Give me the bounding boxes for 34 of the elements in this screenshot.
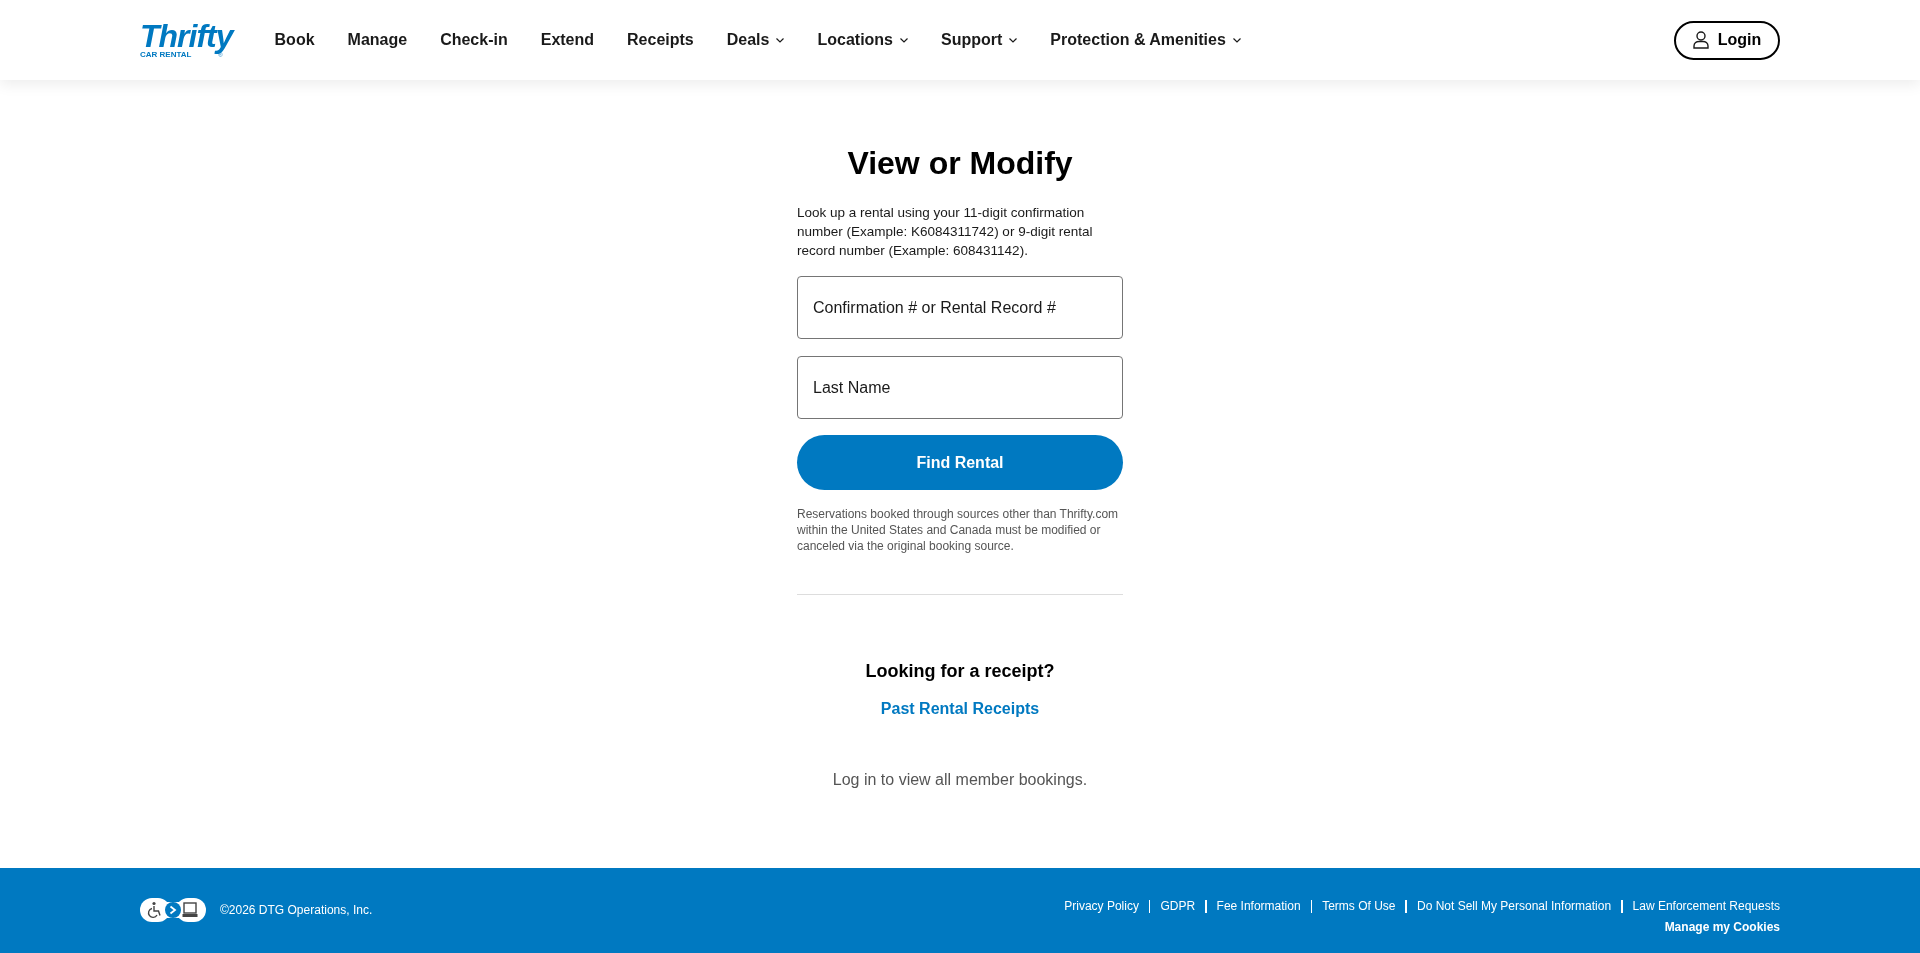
description-text: Look up a rental using your 11-digit confirmation number (Example: K6084311742) or 9-digit rental record number (Example: 608431142). — [797, 204, 1094, 260]
nav-link[interactable]: Manage — [347, 28, 408, 52]
receipts-link[interactable]: Past Rental Receipts — [880, 697, 1040, 721]
caret-icon — [776, 37, 785, 43]
member-note: Log in to view all member bookings. — [831, 770, 1089, 790]
disclaimer-text: Reservations booked through sources other than Thrifty.com within the United States and Canada must be modified or canceled via the original booking source. — [797, 506, 1120, 554]
submit-button[interactable]: Find Rental — [797, 435, 1123, 490]
footer-link[interactable]: Terms Of Use — [1322, 898, 1396, 914]
caret-icon — [900, 37, 908, 43]
input-field[interactable]: Last Name — [797, 356, 1123, 419]
logo-tagline: CAR RENTAL — [140, 49, 192, 59]
nav-dropdown[interactable]: Deals — [726, 28, 785, 52]
footer-link[interactable]: Privacy Policy — [1064, 898, 1139, 914]
page-title: View or Modify — [846, 144, 1074, 183]
caret-icon — [1232, 37, 1241, 43]
nav-link[interactable]: Receipts — [627, 28, 694, 52]
user-icon — [1692, 31, 1709, 49]
nav-link[interactable]: Extend — [540, 28, 595, 52]
input-field[interactable]: Confirmation # or Rental Record # — [797, 276, 1123, 339]
nav-dropdown[interactable]: Support — [941, 28, 1018, 52]
nav-dropdown[interactable]: Locations — [817, 28, 908, 52]
footer-link[interactable]: Fee Information — [1216, 898, 1301, 914]
login-button[interactable]: Login — [1674, 20, 1780, 60]
footer-link[interactable]: GDPR — [1160, 898, 1196, 914]
caret-icon — [1009, 37, 1018, 43]
footer-link[interactable]: Law Enforcement Requests — [1632, 898, 1780, 914]
accessibility-icon[interactable] — [140, 898, 206, 922]
footer-link[interactable]: Do Not Sell My Personal Information — [1417, 898, 1612, 914]
nav-dropdown[interactable]: Protection & Amenities — [1050, 28, 1241, 52]
nav-link[interactable]: Book — [274, 28, 315, 52]
receipt-heading: Looking for a receipt? — [864, 660, 1056, 683]
copyright-text: ©2026 DTG Operations, Inc. — [220, 902, 373, 919]
cookie-settings-link[interactable]: Manage my Cookies — [1664, 919, 1780, 935]
nav-link[interactable]: Check-in — [440, 28, 508, 52]
